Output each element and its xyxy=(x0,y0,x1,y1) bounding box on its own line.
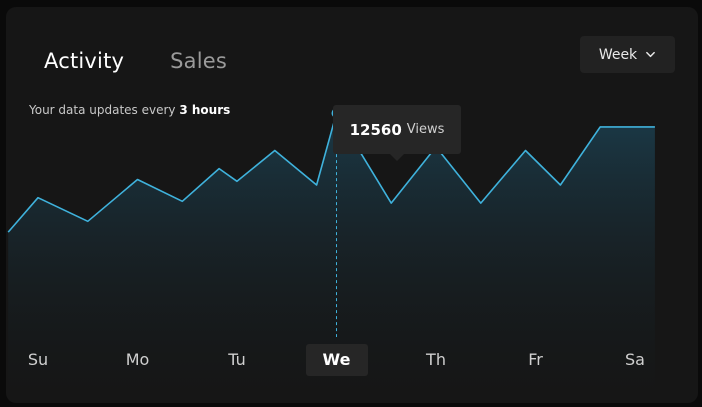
day-label-su[interactable]: Su xyxy=(28,344,48,376)
tooltip-unit: Views xyxy=(406,122,445,137)
activity-card: Activity Sales Week Your data updates ev… xyxy=(6,7,698,403)
day-label-tu[interactable]: Tu xyxy=(228,344,245,376)
day-label-fr[interactable]: Fr xyxy=(528,344,543,376)
day-label-we[interactable]: We xyxy=(305,344,368,376)
day-label-th[interactable]: Th xyxy=(426,344,446,376)
chart-tooltip: 12560 Views xyxy=(333,105,461,161)
day-label-mo[interactable]: Mo xyxy=(126,344,150,376)
day-label-sa[interactable]: Sa xyxy=(625,344,645,376)
tooltip-value: 12560 xyxy=(349,120,402,139)
